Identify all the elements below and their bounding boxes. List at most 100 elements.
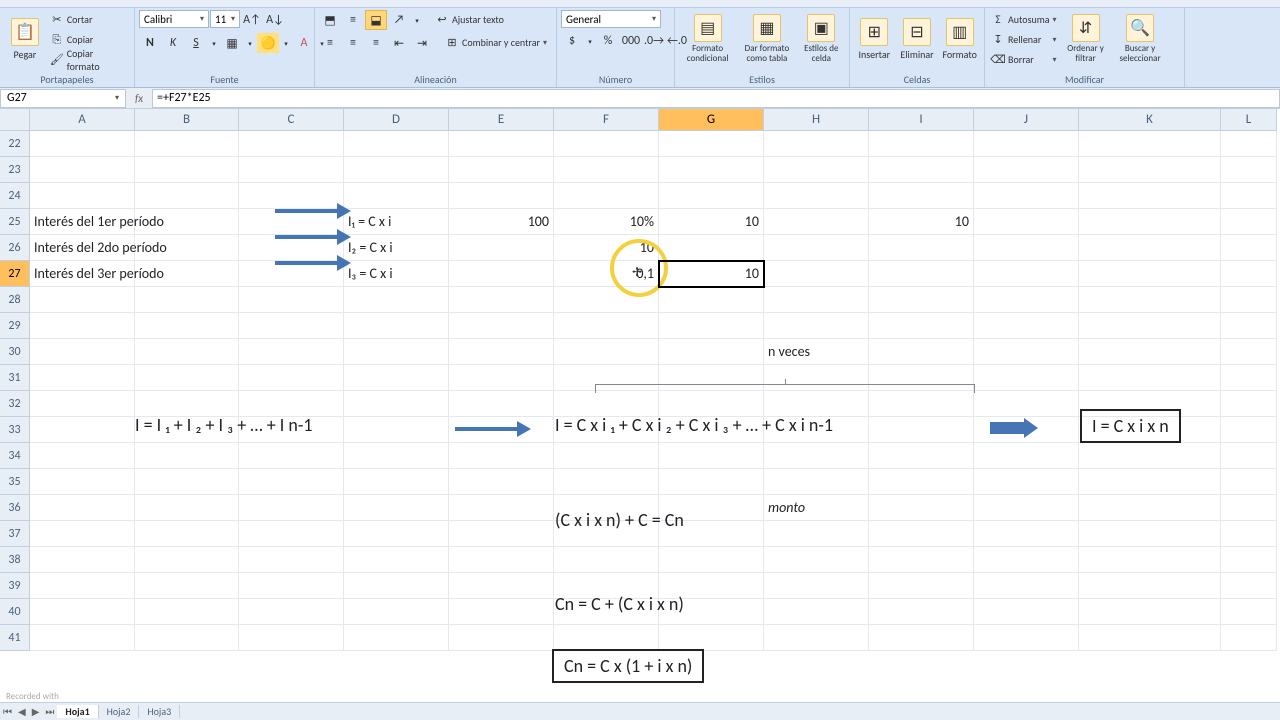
cell-L23[interactable] bbox=[1221, 157, 1277, 183]
cell-C34[interactable] bbox=[239, 443, 344, 469]
cell-E35[interactable] bbox=[449, 469, 554, 495]
cell-H36[interactable]: monto bbox=[764, 495, 869, 521]
cell-C27[interactable] bbox=[239, 261, 344, 287]
cell-L28[interactable] bbox=[1221, 287, 1277, 313]
cell-B38[interactable] bbox=[135, 547, 239, 573]
cell-H35[interactable] bbox=[764, 469, 869, 495]
cell-I28[interactable] bbox=[869, 287, 974, 313]
cell-B30[interactable] bbox=[135, 339, 239, 365]
cell-A25[interactable]: Interés del 1er período bbox=[30, 209, 135, 235]
cell-A26[interactable]: Interés del 2do período bbox=[30, 235, 135, 261]
cell-A41[interactable] bbox=[30, 625, 135, 651]
cell-K26[interactable] bbox=[1079, 235, 1221, 261]
indent-dec-button[interactable]: ⇤ bbox=[388, 33, 410, 53]
cell-C25[interactable] bbox=[239, 209, 344, 235]
cell-B22[interactable] bbox=[135, 131, 239, 157]
cell-B37[interactable] bbox=[135, 521, 239, 547]
cell-E37[interactable] bbox=[449, 521, 554, 547]
cell-H28[interactable] bbox=[764, 287, 869, 313]
cell-B23[interactable] bbox=[135, 157, 239, 183]
cell-A32[interactable] bbox=[30, 391, 135, 417]
align-bottom-button[interactable]: ⬓ bbox=[365, 10, 387, 30]
cell-I38[interactable] bbox=[869, 547, 974, 573]
cell-E33[interactable] bbox=[449, 417, 554, 443]
row-header-38[interactable]: 38 bbox=[0, 547, 30, 573]
col-header-L[interactable]: L bbox=[1221, 109, 1277, 131]
cell-D23[interactable] bbox=[344, 157, 449, 183]
cell-J32[interactable] bbox=[974, 391, 1079, 417]
cell-D27[interactable]: I₃ = C x i bbox=[344, 261, 449, 287]
cell-K25[interactable] bbox=[1079, 209, 1221, 235]
cell-F23[interactable] bbox=[554, 157, 659, 183]
cell-L30[interactable] bbox=[1221, 339, 1277, 365]
cell-E26[interactable] bbox=[449, 235, 554, 261]
cell-E27[interactable] bbox=[449, 261, 554, 287]
sheet-nav-next[interactable]: ▶ bbox=[29, 705, 43, 718]
col-header-G[interactable]: G bbox=[659, 109, 764, 131]
cell-L26[interactable] bbox=[1221, 235, 1277, 261]
cell-J24[interactable] bbox=[974, 183, 1079, 209]
row-header-33[interactable]: 33 bbox=[0, 417, 30, 443]
formula-input[interactable]: =+F27*E25 bbox=[152, 89, 1280, 108]
cell-I35[interactable] bbox=[869, 469, 974, 495]
cell-D22[interactable] bbox=[344, 131, 449, 157]
fill-color-button[interactable]: 🟡 bbox=[257, 33, 279, 53]
cell-A23[interactable] bbox=[30, 157, 135, 183]
cell-B34[interactable] bbox=[135, 443, 239, 469]
row-header-40[interactable]: 40 bbox=[0, 599, 30, 625]
cell-G24[interactable] bbox=[659, 183, 764, 209]
cell-D39[interactable] bbox=[344, 573, 449, 599]
cell-I29[interactable] bbox=[869, 313, 974, 339]
cell-H30[interactable]: n veces bbox=[764, 339, 869, 365]
cell-D29[interactable] bbox=[344, 313, 449, 339]
cell-B26[interactable] bbox=[135, 235, 239, 261]
cell-H26[interactable] bbox=[764, 235, 869, 261]
comma-button[interactable]: 000 bbox=[620, 31, 642, 51]
cell-L29[interactable] bbox=[1221, 313, 1277, 339]
cell-L36[interactable] bbox=[1221, 495, 1277, 521]
row-header-26[interactable]: 26 bbox=[0, 235, 30, 261]
cell-I37[interactable] bbox=[869, 521, 974, 547]
col-header-B[interactable]: B bbox=[135, 109, 239, 131]
cell-D24[interactable] bbox=[344, 183, 449, 209]
border-dd[interactable]: ▾ bbox=[244, 33, 256, 53]
cell-I26[interactable] bbox=[869, 235, 974, 261]
align-middle-button[interactable]: ≡ bbox=[342, 10, 364, 30]
cell-G27[interactable]: 10 bbox=[659, 261, 764, 287]
number-format-select[interactable]: General▾ bbox=[561, 10, 661, 28]
cell-A24[interactable] bbox=[30, 183, 135, 209]
inc-decimal-button[interactable]: .0→ bbox=[643, 31, 665, 51]
cell-H39[interactable] bbox=[764, 573, 869, 599]
cell-B39[interactable] bbox=[135, 573, 239, 599]
cell-D34[interactable] bbox=[344, 443, 449, 469]
format-table-button[interactable]: ▦Dar formato como tabla bbox=[738, 10, 795, 68]
cell-J25[interactable] bbox=[974, 209, 1079, 235]
cell-L41[interactable] bbox=[1221, 625, 1277, 651]
cell-B24[interactable] bbox=[135, 183, 239, 209]
cell-L37[interactable] bbox=[1221, 521, 1277, 547]
cell-G29[interactable] bbox=[659, 313, 764, 339]
row-header-31[interactable]: 31 bbox=[0, 365, 30, 391]
cell-K27[interactable] bbox=[1079, 261, 1221, 287]
fill-button[interactable]: ↧Rellenar▾ bbox=[989, 30, 1059, 49]
cell-I22[interactable] bbox=[869, 131, 974, 157]
italic-button[interactable]: K bbox=[162, 33, 184, 53]
cell-F28[interactable] bbox=[554, 287, 659, 313]
cell-E32[interactable] bbox=[449, 391, 554, 417]
cell-J36[interactable] bbox=[974, 495, 1079, 521]
cell-J27[interactable] bbox=[974, 261, 1079, 287]
cell-E41[interactable] bbox=[449, 625, 554, 651]
cell-J23[interactable] bbox=[974, 157, 1079, 183]
cell-L39[interactable] bbox=[1221, 573, 1277, 599]
cell-G23[interactable] bbox=[659, 157, 764, 183]
row-header-35[interactable]: 35 bbox=[0, 469, 30, 495]
cell-K38[interactable] bbox=[1079, 547, 1221, 573]
cell-I30[interactable] bbox=[869, 339, 974, 365]
cell-C37[interactable] bbox=[239, 521, 344, 547]
align-right-button[interactable]: ≡ bbox=[365, 33, 387, 53]
cell-A27[interactable]: Interés del 3er período bbox=[30, 261, 135, 287]
cell-I33[interactable] bbox=[869, 417, 974, 443]
find-select-button[interactable]: 🔍Buscar y seleccionar bbox=[1113, 10, 1168, 68]
delete-cells-button[interactable]: ⊟Eliminar bbox=[897, 10, 938, 68]
cell-J28[interactable] bbox=[974, 287, 1079, 313]
